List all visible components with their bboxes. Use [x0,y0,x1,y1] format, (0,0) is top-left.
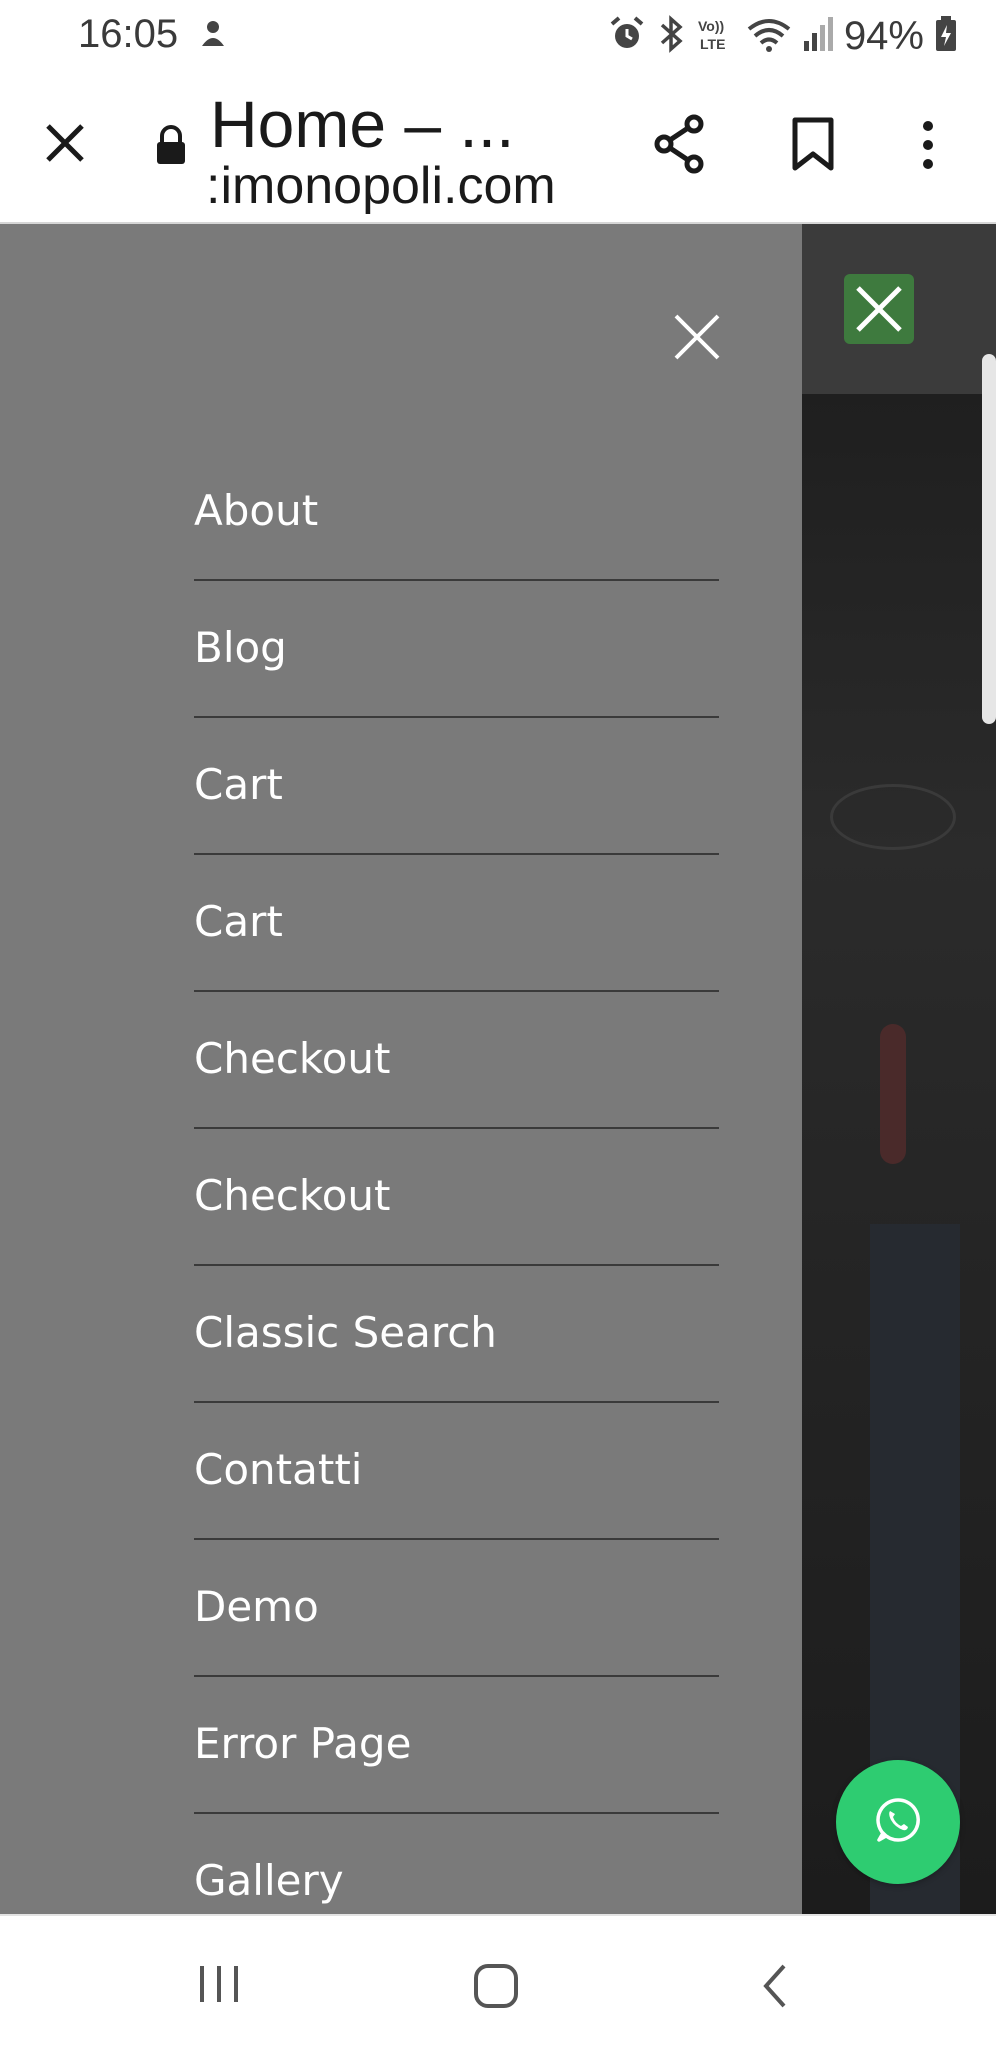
notification-icon [196,16,230,55]
menu-list: About Blog Cart Cart Checkout Checkout C… [194,444,719,1914]
menu-item-label: Demo [194,1582,319,1631]
menu-item-checkout[interactable]: Checkout [194,1129,719,1266]
page-title[interactable]: Home – ... [210,86,514,162]
menu-item-gallery[interactable]: Gallery [194,1814,719,1914]
volte-icon: Vo)) LTE [696,15,736,58]
svg-text:Vo)): Vo)) [698,18,724,34]
menu-item-label: Contatti [194,1445,363,1494]
status-bar: 16:05 Vo)) LTE 94% [0,0,996,70]
system-nav-bar [0,1914,996,2050]
recent-apps-icon[interactable] [196,1962,242,2011]
hero-image-detail [880,1024,906,1164]
menu-item-contatti[interactable]: Contatti [194,1403,719,1540]
more-vert-icon[interactable] [918,120,938,175]
menu-item-cart[interactable]: Cart [194,718,719,855]
back-icon[interactable] [760,1962,790,2015]
close-icon[interactable] [672,312,722,367]
menu-item-label: Cart [194,760,283,809]
menu-item-label: Checkout [194,1034,391,1083]
menu-item-label: About [194,486,319,535]
hero-image-detail [830,784,956,850]
browser-toolbar: Home – ... :imonopoli.com [0,70,996,224]
battery-percent: 94% [843,14,924,58]
page-url[interactable]: :imonopoli.com [206,156,556,216]
menu-item-classic-search[interactable]: Classic Search [194,1266,719,1403]
home-icon[interactable] [472,1962,520,2015]
whatsapp-icon [874,1796,922,1849]
menu-item-blog[interactable]: Blog [194,581,719,718]
menu-item-checkout[interactable]: Checkout [194,992,719,1129]
status-icons: Vo)) LTE 94% [608,14,958,59]
menu-item-label: Error Page [194,1719,412,1768]
battery-charging-icon [934,15,958,58]
lock-icon [154,124,188,171]
menu-item-about[interactable]: About [194,444,719,581]
signal-icon [802,15,834,58]
menu-item-label: Classic Search [194,1308,497,1357]
bluetooth-icon [656,15,686,58]
scrollbar[interactable] [982,354,996,724]
menu-close-button[interactable] [844,274,914,344]
close-icon[interactable] [42,120,88,171]
whatsapp-button[interactable] [836,1760,960,1884]
menu-item-label: Cart [194,897,283,946]
svg-text:LTE: LTE [700,36,725,52]
menu-item-label: Blog [194,623,287,672]
menu-item-error-page[interactable]: Error Page [194,1677,719,1814]
nav-drawer: About Blog Cart Cart Checkout Checkout C… [0,224,802,1914]
alarm-icon [608,15,646,58]
wifi-icon [746,15,792,58]
menu-item-label: Checkout [194,1171,391,1220]
menu-item-label: Gallery [194,1856,344,1905]
menu-item-cart[interactable]: Cart [194,855,719,992]
bookmark-icon[interactable] [790,116,836,177]
share-icon[interactable] [652,114,708,179]
menu-item-demo[interactable]: Demo [194,1540,719,1677]
status-time: 16:05 [78,12,179,56]
